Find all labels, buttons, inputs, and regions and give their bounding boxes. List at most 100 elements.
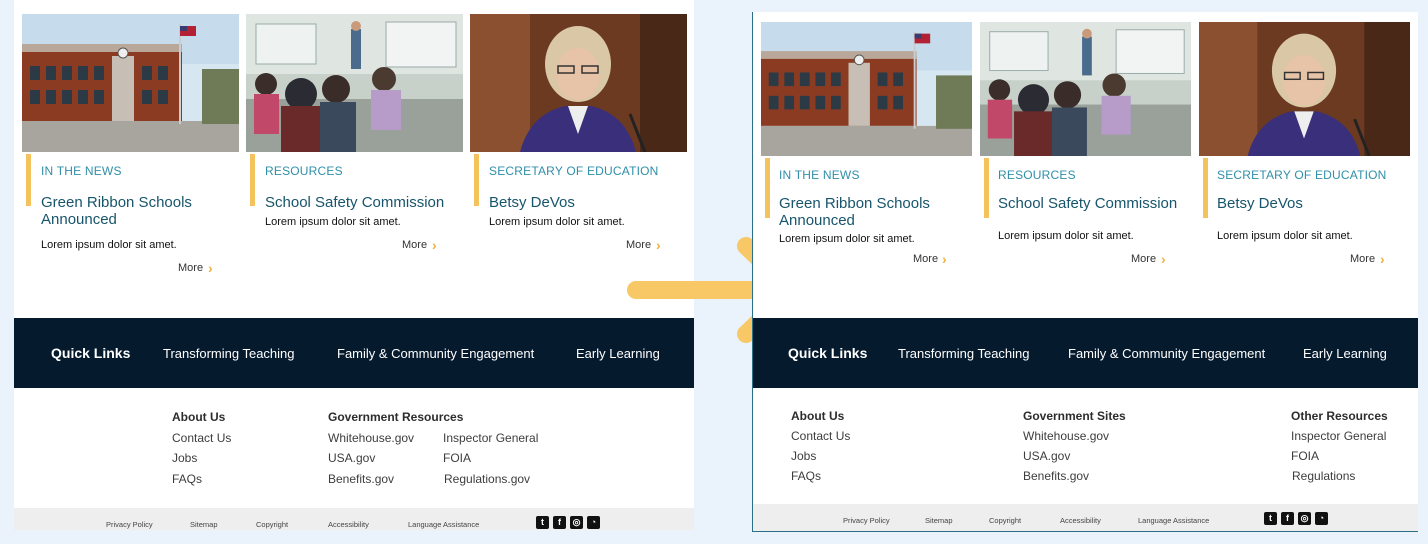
twitter-icon[interactable]: t bbox=[536, 516, 549, 529]
portrait-image bbox=[1199, 22, 1410, 156]
feature-cards: IN THE NEWS Green Ribbon Schools Announc… bbox=[14, 0, 694, 305]
site-footer: About Us Contact Us Jobs FAQs Government… bbox=[14, 388, 694, 508]
legal-sitemap-link[interactable]: Sitemap bbox=[190, 520, 218, 529]
chevron-right-icon: › bbox=[1380, 251, 1385, 267]
card-description: Lorem ipsum dolor sit amet. bbox=[265, 216, 401, 228]
legal-copyright-link[interactable]: Copyright bbox=[989, 516, 1021, 525]
feature-cards: IN THE NEWS Green Ribbon Schools Announc… bbox=[753, 12, 1418, 317]
card-kicker: SECRETARY OF EDUCATION bbox=[1217, 168, 1387, 182]
legal-language-link[interactable]: Language Assistance bbox=[1138, 516, 1209, 525]
card-betsy-devos[interactable]: SECRETARY OF EDUCATION Betsy DeVos Lorem… bbox=[1199, 22, 1410, 292]
card-school-safety[interactable]: RESOURCES School Safety Commission Lorem… bbox=[246, 14, 463, 304]
chevron-right-icon: › bbox=[942, 251, 947, 267]
footer-link[interactable]: Regulations.gov bbox=[444, 472, 530, 486]
card-title[interactable]: Green Ribbon Schools Announced bbox=[779, 195, 959, 229]
card-description: Lorem ipsum dolor sit amet. bbox=[1217, 230, 1353, 242]
card-title[interactable]: Betsy DeVos bbox=[489, 194, 689, 211]
footer-link[interactable]: Jobs bbox=[172, 451, 197, 465]
quick-link-early-learning[interactable]: Early Learning bbox=[1303, 346, 1387, 361]
legal-language-link[interactable]: Language Assistance bbox=[408, 520, 479, 529]
portrait-image bbox=[470, 14, 687, 152]
quick-links-bar: Quick Links Transforming Teaching Family… bbox=[753, 318, 1418, 388]
card-description: Lorem ipsum dolor sit amet. bbox=[779, 233, 915, 245]
footer-gov-heading: Government Resources bbox=[328, 410, 464, 424]
legal-accessibility-link[interactable]: Accessibility bbox=[1060, 516, 1101, 525]
quick-links-heading: Quick Links bbox=[788, 345, 868, 361]
legal-privacy-link[interactable]: Privacy Policy bbox=[106, 520, 153, 529]
legal-bar: Privacy Policy Sitemap Copyright Accessi… bbox=[753, 504, 1418, 531]
legal-copyright-link[interactable]: Copyright bbox=[256, 520, 288, 529]
footer-link[interactable]: Whitehouse.gov bbox=[328, 431, 414, 445]
card-kicker: RESOURCES bbox=[265, 164, 343, 178]
instagram-icon[interactable]: ◎ bbox=[570, 516, 583, 529]
footer-link[interactable]: FAQs bbox=[172, 472, 202, 486]
card-kicker: RESOURCES bbox=[998, 168, 1076, 182]
card-more-link[interactable]: More bbox=[178, 262, 203, 274]
quick-link-family-community[interactable]: Family & Community Engagement bbox=[337, 346, 534, 361]
legal-privacy-link[interactable]: Privacy Policy bbox=[843, 516, 890, 525]
footer-about-heading: About Us bbox=[172, 410, 226, 424]
site-footer: About Us Contact Us Jobs FAQs Government… bbox=[753, 388, 1418, 502]
card-kicker: IN THE NEWS bbox=[779, 168, 860, 182]
footer-link[interactable]: Benefits.gov bbox=[328, 472, 394, 486]
school-building-image bbox=[22, 14, 239, 152]
quick-link-transforming-teaching[interactable]: Transforming Teaching bbox=[898, 346, 1030, 361]
footer-link[interactable]: Contact Us bbox=[172, 431, 231, 445]
quick-link-family-community[interactable]: Family & Community Engagement bbox=[1068, 346, 1265, 361]
after-layout: IN THE NEWS Green Ribbon Schools Announc… bbox=[752, 12, 1418, 532]
footer-link[interactable]: USA.gov bbox=[328, 451, 375, 465]
footer-link[interactable]: Benefits.gov bbox=[1023, 469, 1089, 483]
footer-link[interactable]: Jobs bbox=[791, 449, 816, 463]
card-title[interactable]: Green Ribbon Schools Announced bbox=[41, 194, 221, 228]
twitter-icon[interactable]: t bbox=[1264, 512, 1277, 525]
footer-link[interactable]: Inspector General bbox=[1291, 429, 1386, 443]
card-more-link[interactable]: More bbox=[913, 253, 938, 265]
legal-accessibility-link[interactable]: Accessibility bbox=[328, 520, 369, 529]
legal-sitemap-link[interactable]: Sitemap bbox=[925, 516, 953, 525]
card-description: Lorem ipsum dolor sit amet. bbox=[489, 216, 625, 228]
classroom-image bbox=[246, 14, 463, 152]
card-green-ribbon[interactable]: IN THE NEWS Green Ribbon Schools Announc… bbox=[22, 14, 239, 304]
facebook-icon[interactable]: f bbox=[1281, 512, 1294, 525]
school-building-image bbox=[761, 22, 972, 156]
card-kicker: SECRETARY OF EDUCATION bbox=[489, 164, 659, 178]
footer-gov-heading: Government Sites bbox=[1023, 409, 1126, 423]
legal-bar: Privacy Policy Sitemap Copyright Accessi… bbox=[14, 508, 694, 530]
footer-link[interactable]: Regulations bbox=[1292, 469, 1355, 483]
card-title[interactable]: Betsy DeVos bbox=[1217, 195, 1412, 212]
card-school-safety[interactable]: RESOURCES School Safety Commission Lorem… bbox=[980, 22, 1191, 292]
card-green-ribbon[interactable]: IN THE NEWS Green Ribbon Schools Announc… bbox=[761, 22, 972, 292]
social-icons: t f ◎ ◔ bbox=[536, 516, 600, 529]
card-more-link[interactable]: More bbox=[1131, 253, 1156, 265]
quick-link-transforming-teaching[interactable]: Transforming Teaching bbox=[163, 346, 295, 361]
quick-link-early-learning[interactable]: Early Learning bbox=[576, 346, 660, 361]
card-more-link[interactable]: More bbox=[402, 239, 427, 251]
instagram-icon[interactable]: ◎ bbox=[1298, 512, 1311, 525]
footer-link[interactable]: FAQs bbox=[791, 469, 821, 483]
footer-link[interactable]: Inspector General bbox=[443, 431, 538, 445]
quick-links-bar: Quick Links Transforming Teaching Family… bbox=[14, 318, 694, 388]
footer-link[interactable]: USA.gov bbox=[1023, 449, 1070, 463]
card-title[interactable]: School Safety Commission bbox=[265, 194, 465, 211]
card-description: Lorem ipsum dolor sit amet. bbox=[998, 230, 1134, 242]
footer-link[interactable]: Whitehouse.gov bbox=[1023, 429, 1109, 443]
rss-icon[interactable]: ◔ bbox=[1315, 512, 1328, 525]
card-kicker: IN THE NEWS bbox=[41, 164, 122, 178]
card-description: Lorem ipsum dolor sit amet. bbox=[41, 239, 177, 251]
quick-links-heading: Quick Links bbox=[51, 345, 131, 361]
rss-icon[interactable]: ◔ bbox=[587, 516, 600, 529]
classroom-image bbox=[980, 22, 1191, 156]
card-title[interactable]: School Safety Commission bbox=[998, 195, 1193, 212]
before-layout: IN THE NEWS Green Ribbon Schools Announc… bbox=[14, 0, 694, 530]
footer-other-heading: Other Resources bbox=[1291, 409, 1388, 423]
footer-link[interactable]: FOIA bbox=[443, 451, 471, 465]
chevron-right-icon: › bbox=[1161, 251, 1166, 267]
footer-link[interactable]: FOIA bbox=[1291, 449, 1319, 463]
social-icons: t f ◎ ◔ bbox=[1264, 512, 1328, 525]
card-more-link[interactable]: More bbox=[1350, 253, 1375, 265]
chevron-right-icon: › bbox=[432, 237, 437, 253]
facebook-icon[interactable]: f bbox=[553, 516, 566, 529]
footer-about-heading: About Us bbox=[791, 409, 845, 423]
chevron-right-icon: › bbox=[208, 260, 213, 276]
footer-link[interactable]: Contact Us bbox=[791, 429, 850, 443]
